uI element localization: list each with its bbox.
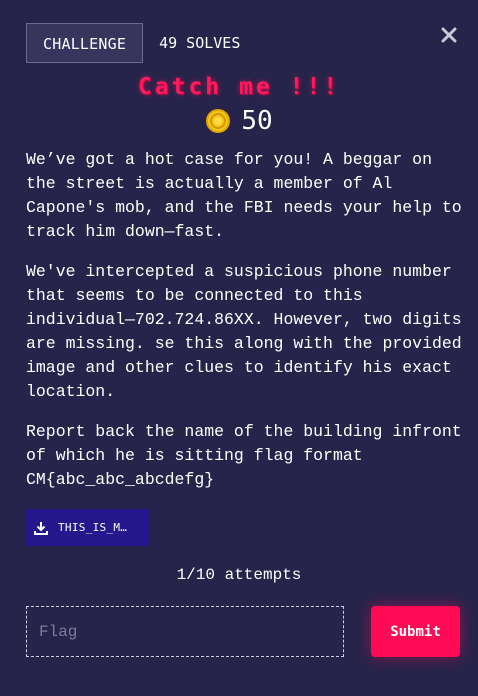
close-icon[interactable]: [438, 24, 460, 46]
description-paragraph: We’ve got a hot case for you! A beggar o…: [26, 150, 462, 241]
challenge-title: Catch me !!!: [137, 74, 341, 100]
tab-solves[interactable]: 49 SOLVES: [143, 23, 256, 63]
tab-challenge[interactable]: CHALLENGE: [26, 23, 144, 63]
challenge-modal: CHALLENGE 49 SOLVES Catch me !!! 50 We’v…: [0, 0, 478, 696]
modal-tabs: CHALLENGE 49 SOLVES: [26, 23, 256, 63]
download-file-label: THIS_IS_M…: [58, 521, 128, 534]
challenge-points: 50: [0, 106, 478, 136]
flag-input[interactable]: [26, 606, 344, 657]
attempts-counter: 1/10 attempts: [176, 566, 302, 584]
submit-button[interactable]: Submit: [371, 606, 460, 657]
download-file-button[interactable]: THIS_IS_M…: [26, 509, 150, 546]
challenge-description: We’ve got a hot case for you! A beggar o…: [26, 148, 466, 508]
description-paragraph: Report back the name of the building inf…: [26, 422, 462, 489]
download-icon: [34, 521, 48, 535]
coin-icon: [205, 108, 231, 134]
points-value: 50: [241, 106, 273, 136]
description-paragraph: We've intercepted a suspicious phone num…: [26, 262, 462, 401]
